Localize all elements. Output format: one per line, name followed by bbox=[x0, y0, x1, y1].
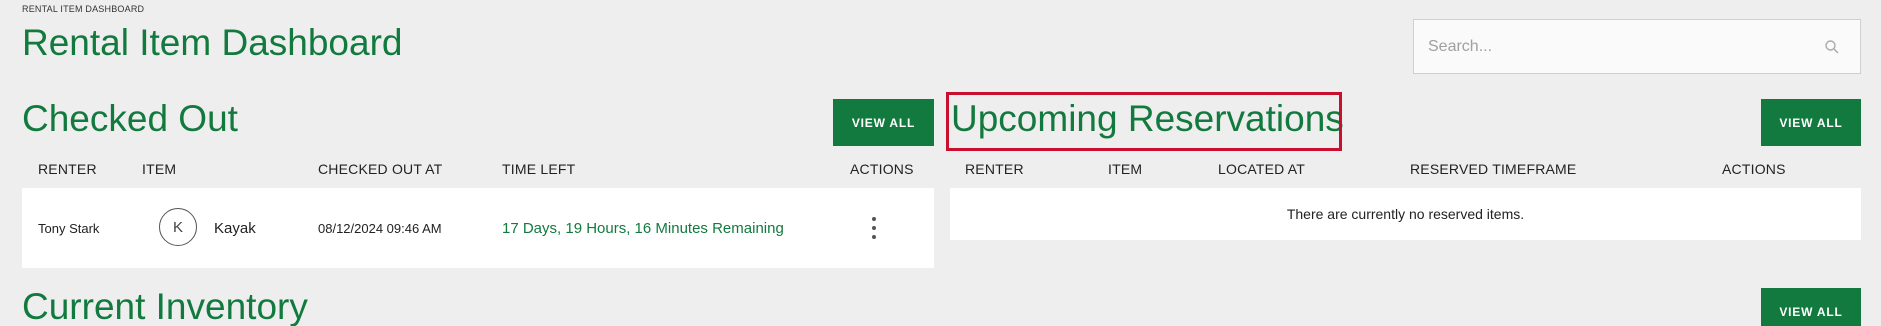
col-time-left: TIME LEFT bbox=[502, 161, 576, 177]
item-avatar: K bbox=[159, 208, 197, 246]
checked-out-view-all-button[interactable]: VIEW ALL bbox=[833, 99, 934, 146]
col-renter: RENTER bbox=[965, 161, 1024, 177]
search-icon[interactable] bbox=[1824, 39, 1840, 55]
search-input[interactable] bbox=[1428, 37, 1824, 56]
col-actions: ACTIONS bbox=[850, 161, 914, 177]
col-actions: ACTIONS bbox=[1722, 161, 1786, 177]
breadcrumb: RENTAL ITEM DASHBOARD bbox=[22, 4, 145, 14]
page-title: Rental Item Dashboard bbox=[22, 22, 403, 63]
highlight-box bbox=[946, 92, 1342, 151]
col-reserved-timeframe: RESERVED TIMEFRAME bbox=[1410, 161, 1577, 177]
search-box bbox=[1413, 19, 1861, 74]
item-avatar-initial: K bbox=[172, 218, 183, 236]
inventory-view-all-button[interactable]: VIEW ALL bbox=[1761, 288, 1861, 326]
col-located-at: LOCATED AT bbox=[1218, 161, 1306, 177]
checked-out-at-value: 08/12/2024 09:46 AM bbox=[318, 221, 442, 236]
col-checked-out-at: CHECKED OUT AT bbox=[318, 161, 443, 177]
time-left-value: 17 Days, 19 Hours, 16 Minutes Remaining bbox=[502, 220, 784, 237]
item-name: Kayak bbox=[214, 220, 256, 237]
empty-message: There are currently no reserved items. bbox=[1286, 206, 1525, 222]
checked-out-title: Checked Out bbox=[22, 98, 238, 139]
kebab-dot bbox=[872, 217, 876, 221]
current-inventory-title: Current Inventory bbox=[22, 286, 308, 326]
upcoming-view-all-button[interactable]: VIEW ALL bbox=[1761, 99, 1861, 146]
kebab-menu-icon[interactable] bbox=[867, 217, 881, 239]
col-item: ITEM bbox=[1108, 161, 1143, 177]
upcoming-empty-panel: There are currently no reserved items. bbox=[950, 188, 1861, 240]
col-item: ITEM bbox=[142, 161, 177, 177]
kebab-dot bbox=[872, 226, 876, 230]
kebab-dot bbox=[872, 235, 876, 239]
renter-name: Tony Stark bbox=[38, 221, 100, 236]
col-renter: RENTER bbox=[38, 161, 97, 177]
